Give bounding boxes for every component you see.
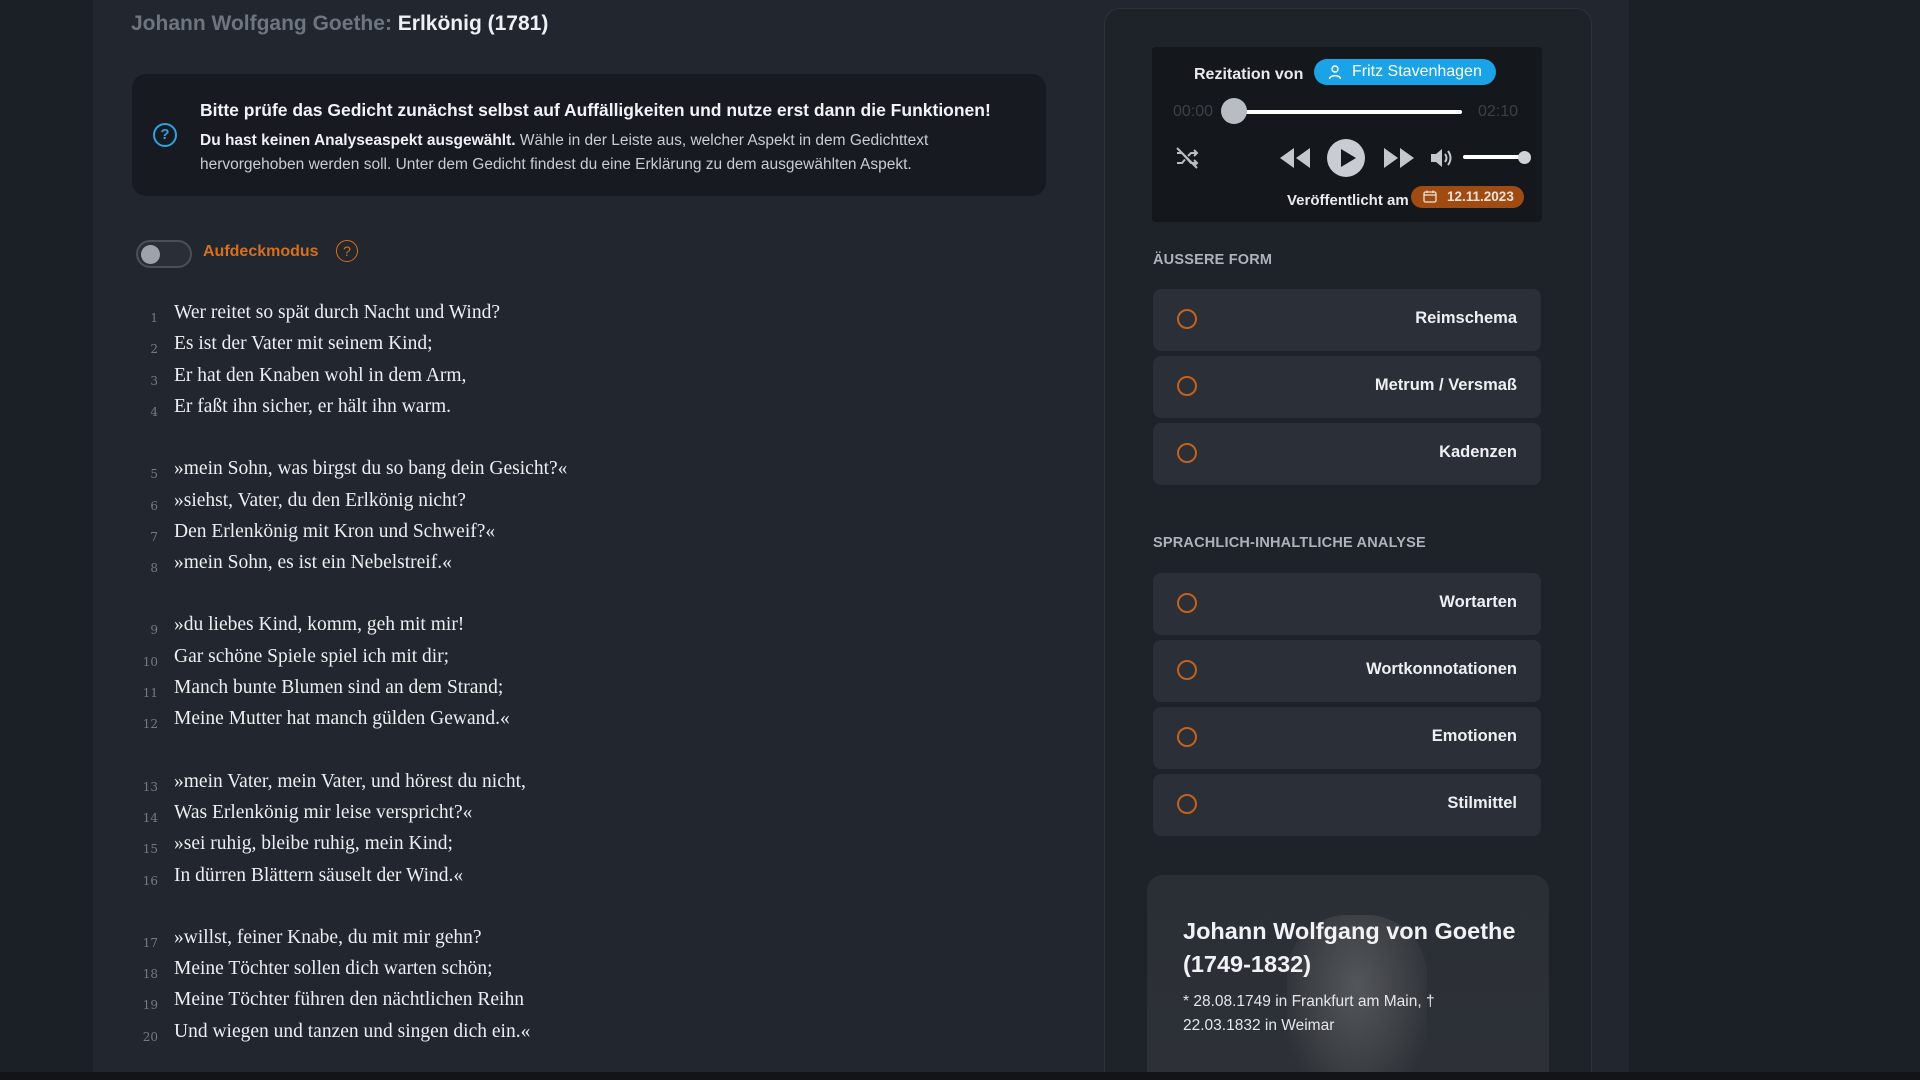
reveal-mode-toggle[interactable] xyxy=(136,240,192,268)
bottom-strip xyxy=(0,1072,1920,1080)
toggle-knob xyxy=(141,245,160,264)
author-life-dates: * 28.08.1749 in Frankfurt am Main, † 22.… xyxy=(1183,993,1435,1034)
line-text[interactable]: Meine Töchter führen den nächtlichen Rei… xyxy=(174,989,524,1011)
line-text[interactable]: »willst, feiner Knabe, du mit mir gehn? xyxy=(174,927,482,949)
line-text[interactable]: »mein Sohn, was birgst du so bang dein G… xyxy=(174,458,567,480)
rewind-icon[interactable] xyxy=(1278,146,1312,170)
section-title-form: ÄUSSERE FORM xyxy=(1153,252,1273,268)
time-current: 00:00 xyxy=(1173,103,1214,120)
line-number: 8 xyxy=(150,561,158,576)
author-card[interactable]: Johann Wolfgang von Goethe (1749-1832) *… xyxy=(1147,875,1549,1072)
reveal-mode-label[interactable]: Aufdeckmodus xyxy=(203,243,319,261)
radio-circle-icon[interactable] xyxy=(1177,309,1197,329)
line-text[interactable]: »mein Sohn, es ist ein Nebelstreif.« xyxy=(174,552,452,574)
line-text[interactable]: Er hat den Knaben wohl in dem Arm, xyxy=(174,365,466,387)
line-text[interactable]: Was Erlenkönig mir leise verspricht?« xyxy=(174,802,472,824)
line-number: 12 xyxy=(142,717,158,732)
volume-icon[interactable] xyxy=(1429,146,1455,170)
section-title-analysis: SPRACHLICH-INHALTLICHE ANALYSE xyxy=(1153,535,1426,551)
published-label: Veröffentlicht am xyxy=(1287,192,1409,209)
line-number: 15 xyxy=(142,842,158,857)
page-title: Johann Wolfgang Goethe: Erlkönig (1781) xyxy=(131,12,548,36)
question-circle-icon: ? xyxy=(153,123,177,147)
aspect-label: Kadenzen xyxy=(1439,443,1517,461)
line-text[interactable]: »du liebes Kind, komm, geh mit mir! xyxy=(174,614,464,636)
line-number: 18 xyxy=(142,967,158,982)
line-number: 3 xyxy=(150,373,158,388)
line-text[interactable]: Den Erlenkönig mit Kron und Schweif?« xyxy=(174,521,495,543)
line-number: 16 xyxy=(142,873,158,888)
line-text[interactable]: »siehst, Vater, du den Erlkönig nicht? xyxy=(174,490,466,512)
line-text[interactable]: Meine Mutter hat manch gülden Gewand.« xyxy=(174,708,510,730)
notice-headline: Bitte prüfe das Gedicht zunächst selbst … xyxy=(200,100,991,120)
author-name: Johann Wolfgang von Goethe (1749-1832) xyxy=(1183,918,1516,977)
line-number: 19 xyxy=(142,998,158,1013)
aspect-label: Wortarten xyxy=(1439,593,1517,611)
audio-player: Rezitation von Fritz Stavenhagen 00:00 0… xyxy=(1152,47,1542,222)
narrator-name: Fritz Stavenhagen xyxy=(1352,63,1482,80)
line-text[interactable]: Meine Töchter sollen dich warten schön; xyxy=(174,958,493,980)
line-text[interactable]: »sei ruhig, bleibe ruhig, mein Kind; xyxy=(174,833,453,855)
aspect-button-wortarten[interactable]: Wortarten xyxy=(1153,573,1541,635)
line-number: 6 xyxy=(150,498,158,513)
recitation-label: Rezitation von xyxy=(1194,66,1304,83)
radio-circle-icon[interactable] xyxy=(1177,443,1197,463)
progress-thumb[interactable] xyxy=(1221,98,1247,124)
aspect-label: Metrum / Versmaß xyxy=(1374,376,1517,394)
line-text[interactable]: Und wiegen und tanzen und singen dich ei… xyxy=(174,1021,530,1043)
play-icon[interactable] xyxy=(1327,139,1365,177)
aspect-button-wortkonnotationen[interactable]: Wortkonnotationen xyxy=(1153,640,1541,702)
time-total: 02:10 xyxy=(1478,103,1519,120)
line-number: 5 xyxy=(150,467,158,482)
line-number: 4 xyxy=(150,404,158,419)
aspect-button-metrum-versmaß[interactable]: Metrum / Versmaß xyxy=(1153,356,1541,418)
line-text[interactable]: Es ist der Vater mit seinem Kind; xyxy=(174,333,433,355)
volume-thumb[interactable] xyxy=(1518,151,1531,164)
notice-bold: Du hast keinen Analyseaspekt ausgewählt. xyxy=(200,132,516,149)
line-number: 17 xyxy=(142,935,158,950)
line-text[interactable]: In dürren Blättern säuselt der Wind.« xyxy=(174,865,463,887)
line-number: 14 xyxy=(142,810,158,825)
line-text[interactable]: »mein Vater, mein Vater, und hörest du n… xyxy=(174,771,526,793)
radio-circle-icon[interactable] xyxy=(1177,593,1197,613)
notice-body: Du hast keinen Analyseaspekt ausgewählt.… xyxy=(200,129,1020,177)
published-date: 12.11.2023 xyxy=(1447,189,1514,204)
aspect-button-kadenzen[interactable]: Kadenzen xyxy=(1153,423,1541,485)
line-number: 13 xyxy=(142,779,158,794)
radio-circle-icon[interactable] xyxy=(1177,376,1197,396)
aspect-label: Stilmittel xyxy=(1447,794,1517,812)
line-text[interactable]: Er faßt ihn sicher, er hält ihn warm. xyxy=(174,396,451,418)
line-number: 1 xyxy=(150,311,158,325)
progress-track[interactable] xyxy=(1236,110,1462,114)
person-icon xyxy=(1328,65,1342,80)
radio-circle-icon[interactable] xyxy=(1177,727,1197,747)
line-number: 11 xyxy=(142,686,158,700)
aspect-label: Reimschema xyxy=(1415,309,1517,327)
title-work: Erlkönig (1781) xyxy=(397,12,549,35)
line-text[interactable]: Wer reitet so spät durch Nacht und Wind? xyxy=(174,302,500,324)
aspect-label: Emotionen xyxy=(1431,727,1517,745)
help-icon[interactable]: ? xyxy=(336,240,358,262)
narrator-badge[interactable]: Fritz Stavenhagen xyxy=(1314,59,1496,85)
line-number: 20 xyxy=(142,1029,158,1044)
line-number: 10 xyxy=(142,654,158,669)
radio-circle-icon[interactable] xyxy=(1177,794,1197,814)
line-number: 9 xyxy=(150,623,158,638)
line-number: 2 xyxy=(150,342,158,357)
fast-forward-icon[interactable] xyxy=(1382,146,1416,170)
notice-box: ? Bitte prüfe das Gedicht zunächst selbs… xyxy=(132,74,1046,196)
calendar-icon xyxy=(1423,190,1437,203)
aspect-label: Wortkonnotationen xyxy=(1366,660,1517,678)
shuffle-off-icon[interactable] xyxy=(1174,145,1200,171)
aspect-button-emotionen[interactable]: Emotionen xyxy=(1153,707,1541,769)
aspect-button-stilmittel[interactable]: Stilmittel xyxy=(1153,774,1541,836)
line-number: 7 xyxy=(150,529,158,544)
radio-circle-icon[interactable] xyxy=(1177,660,1197,680)
title-author: Johann Wolfgang Goethe: xyxy=(131,12,392,35)
line-text[interactable]: Gar schöne Spiele spiel ich mit dir; xyxy=(174,646,449,668)
published-date-badge: 12.11.2023 xyxy=(1411,186,1524,208)
aspect-button-reimschema[interactable]: Reimschema xyxy=(1153,289,1541,351)
line-text[interactable]: Manch bunte Blumen sind an dem Strand; xyxy=(174,677,503,699)
